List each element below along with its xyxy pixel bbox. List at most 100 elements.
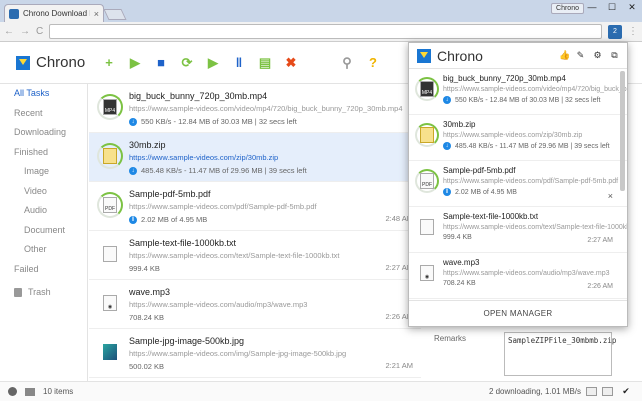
sidebar-item-other[interactable]: Other	[0, 240, 87, 260]
task-url[interactable]: https://www.sample-videos.com/audio/mp3/…	[443, 267, 627, 277]
palette-icon[interactable]	[8, 387, 17, 396]
sidebar-item-video[interactable]: Video	[0, 182, 87, 202]
delete-icon[interactable]: ✖	[284, 55, 298, 70]
play-icon[interactable]: ▶	[128, 55, 142, 70]
sidebar-item-recent[interactable]: Recent	[0, 104, 87, 124]
paused-icon: ‖	[443, 188, 451, 196]
task-name[interactable]: Sample-jpg-image-500kb.jpg	[129, 329, 421, 346]
task-name[interactable]: Sample-text-file-1000kb.txt	[443, 207, 627, 221]
minimize-button[interactable]: —	[584, 2, 600, 12]
detail-view-button[interactable]	[602, 387, 613, 396]
task-icon-wrap	[97, 339, 123, 365]
task-name[interactable]: big_buck_bunny_720p_30mb.mp4	[443, 69, 627, 83]
search-icon[interactable]: ⚲	[340, 55, 354, 70]
chrono-extension-icon[interactable]: 2	[608, 24, 622, 39]
like-icon[interactable]: 👍	[559, 51, 570, 60]
browser-menu-icon[interactable]: ⋮	[628, 26, 638, 37]
settings-icon[interactable]: ⚙	[593, 51, 602, 60]
browser-tab[interactable]: Chrono Download Manager ×	[4, 4, 104, 22]
play-all-icon[interactable]: ▶	[206, 55, 220, 70]
folder-icon[interactable]	[25, 387, 35, 396]
list-item[interactable]: 30mb.zip https://www.sample-videos.com/zi…	[409, 115, 627, 161]
sidebar-item-all-tasks[interactable]: All Tasks	[0, 84, 87, 104]
plus-icon[interactable]: +	[102, 55, 116, 70]
pdf-file-icon: PDF	[103, 197, 117, 213]
pause-all-icon[interactable]: ‖	[232, 55, 246, 70]
task-url[interactable]: https://www.sample-videos.com/audio/mp3/…	[129, 297, 421, 309]
list-item[interactable]: Sample-text-file-1000kb.txt https://www.s…	[89, 231, 421, 280]
task-url[interactable]: https://www.sample-videos.com/pdf/Sample…	[443, 175, 627, 185]
sidebar-item-audio[interactable]: Audio	[0, 201, 87, 221]
list-item[interactable]: ◉ wave.mp3 https://www.sample-videos.com/a…	[89, 280, 421, 329]
audio-file-icon: ◉	[103, 295, 117, 311]
sidebar-item-document[interactable]: Document	[0, 221, 87, 241]
open-window-icon[interactable]: ⧉	[610, 51, 619, 60]
task-status: ‖ 2.02 MB of 4.95 MB	[129, 211, 421, 224]
address-bar[interactable]	[49, 24, 602, 39]
task-status-text: 550 KB/s - 12.84 MB of 30.03 MB | 32 sec…	[455, 96, 601, 104]
list-item[interactable]: Sample-jpg-image-500kb.jpg https://www.sa…	[89, 329, 421, 378]
task-url[interactable]: https://www.sample-videos.com/text/Sampl…	[129, 248, 421, 260]
task-url[interactable]: https://www.sample-videos.com/zip/30mb.z…	[443, 129, 627, 139]
profile-badge[interactable]: Chrono	[551, 3, 584, 14]
task-url[interactable]: https://www.sample-videos.com/text/Sampl…	[443, 221, 627, 231]
tab-close-icon[interactable]: ×	[94, 9, 99, 19]
list-item[interactable]: PDF Sample-pdf-5mb.pdf https://www.sample-…	[89, 182, 421, 231]
close-window-button[interactable]: ✕	[624, 2, 640, 13]
sidebar-item-downloading[interactable]: Downloading	[0, 123, 87, 143]
progress-ring: MP4	[97, 94, 123, 120]
remove-icon[interactable]: ×	[608, 191, 613, 201]
clean-icon[interactable]: ✔	[618, 386, 634, 397]
task-url[interactable]: https://www.sample-videos.com/img/Sample…	[129, 346, 421, 358]
maximize-button[interactable]: ☐	[604, 2, 620, 13]
list-item[interactable]: 30mb.zip https://www.sample-videos.com/zi…	[89, 133, 421, 182]
reload-icon[interactable]: C	[36, 26, 43, 37]
help-icon[interactable]: ?	[366, 55, 380, 70]
list-item[interactable]: MP4 big_buck_bunny_720p_30mb.mp4 https://w…	[409, 69, 627, 115]
item-count: 10 items	[43, 387, 74, 396]
task-name[interactable]: Sample-pdf-5mb.pdf	[129, 182, 421, 199]
refresh-icon[interactable]: ⟳	[180, 55, 194, 70]
task-name[interactable]: 30mb.zip	[443, 115, 627, 129]
task-name[interactable]: 30mb.zip	[129, 133, 421, 150]
toolbar-actions: + ▶ ■ ⟳ ▶ ‖ ▤ ✖ ⚲?	[102, 55, 380, 71]
sidebar-item-failed[interactable]: Failed	[0, 260, 87, 280]
task-url[interactable]: https://www.sample-videos.com/pdf/Sample…	[129, 199, 421, 211]
task-url[interactable]: https://www.sample-videos.com/zip/30mb.z…	[129, 150, 421, 162]
task-url[interactable]: https://www.sample-videos.com/video/mp4/…	[443, 83, 627, 93]
task-url[interactable]: https://www.sample-videos.com/video/mp4/…	[129, 101, 421, 113]
task-name[interactable]: Sample-pdf-5mb.pdf	[443, 161, 627, 175]
sidebar-item-label: Trash	[28, 287, 51, 297]
new-tab-button[interactable]	[103, 9, 127, 20]
sidebar-item-trash[interactable]: Trash	[0, 283, 87, 303]
forward-icon[interactable]: →	[20, 26, 30, 37]
task-icon-wrap	[97, 241, 123, 267]
back-icon[interactable]: ←	[4, 26, 14, 37]
downloading-icon: ↓	[129, 166, 137, 175]
downloading-icon: ↓	[443, 96, 451, 104]
task-name[interactable]: wave.mp3	[443, 253, 627, 267]
list-item[interactable]: MP4 big_buck_bunny_720p_30mb.mp4 https://w…	[89, 84, 421, 133]
list-item[interactable]: Sample-text-file-1000kb.txt https://www.s…	[409, 207, 627, 253]
progress-ring: PDF	[97, 192, 123, 218]
omnibar: ← → C 2 ⋮	[0, 22, 642, 42]
window-controls: — ☐ ✕	[584, 0, 640, 14]
task-name[interactable]: Sample-text-file-1000kb.txt	[129, 231, 421, 248]
clear-icon[interactable]: ▤	[258, 55, 272, 70]
list-item[interactable]: ◉ wave.mp3 https://www.sample-videos.com/a…	[409, 253, 627, 299]
sidebar-item-image[interactable]: Image	[0, 162, 87, 182]
task-name[interactable]: wave.mp3	[129, 280, 421, 297]
popup-scrollbar[interactable]	[620, 71, 625, 191]
pause-icon[interactable]: ■	[154, 55, 168, 70]
remarks-label: Remarks	[434, 334, 467, 343]
list-item[interactable]: PDF Sample-pdf-5mb.pdf https://www.sample-…	[409, 161, 627, 207]
open-manager-button[interactable]: OPEN MANAGER	[409, 300, 627, 326]
task-name[interactable]: big_buck_bunny_720p_30mb.mp4	[129, 84, 421, 101]
sidebar-item-finished[interactable]: Finished	[0, 143, 87, 163]
remarks-input[interactable]: SampleZIPFile_30mbmb.zip	[504, 332, 616, 376]
video-file-icon: MP4	[103, 99, 117, 115]
clear-icon[interactable]: ✎	[576, 51, 585, 60]
video-file-icon: MP4	[420, 81, 434, 97]
list-view-button[interactable]	[586, 387, 597, 396]
task-status-text: 550 KB/s - 12.84 MB of 30.03 MB | 32 sec…	[141, 117, 297, 126]
